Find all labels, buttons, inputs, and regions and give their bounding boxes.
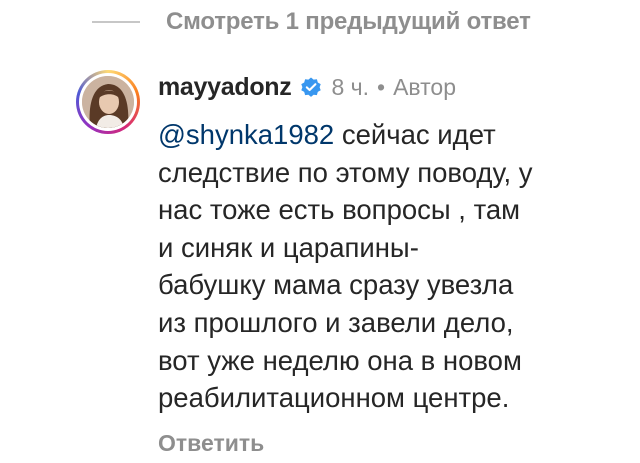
- replies-divider-line: [92, 21, 140, 23]
- avatar-story-ring: [79, 73, 137, 131]
- comment-line: бабушку мама сразу увезла: [158, 269, 514, 301]
- comment-line: следствие по этому поводу, у: [158, 156, 533, 188]
- comment-line: сейчас идет: [341, 119, 496, 150]
- reply-button[interactable]: Ответить: [158, 430, 264, 457]
- comment-line: и синяк и царапины-: [158, 231, 419, 263]
- comment-text: @shynka1982 сейчас идет следствие по этом…: [158, 116, 618, 417]
- avatar-photo-image: [82, 76, 134, 128]
- comment-username[interactable]: mayyadonz: [158, 73, 292, 102]
- author-badge: Автор: [393, 73, 457, 100]
- comment-line: вот уже неделю она в новом: [158, 344, 522, 376]
- avatar[interactable]: [76, 70, 140, 134]
- view-previous-replies-label: Смотреть 1 предыдущий ответ: [166, 8, 531, 35]
- mention-link[interactable]: @shynka1982: [158, 119, 334, 150]
- avatar-photo: [82, 76, 134, 128]
- meta-separator: •: [377, 73, 386, 100]
- verified-badge-icon: [299, 75, 323, 99]
- comment-header: mayyadonz 8 ч. • Автор: [158, 70, 456, 104]
- view-previous-replies-button[interactable]: Смотреть 1 предыдущий ответ: [92, 6, 531, 38]
- comment-line: реабилитационном центре.: [158, 382, 510, 414]
- comment-time: 8 ч.: [331, 73, 370, 100]
- comment-line: нас тоже есть вопросы , там: [158, 194, 521, 226]
- comment-line: из прошлого и завели дело,: [158, 306, 514, 338]
